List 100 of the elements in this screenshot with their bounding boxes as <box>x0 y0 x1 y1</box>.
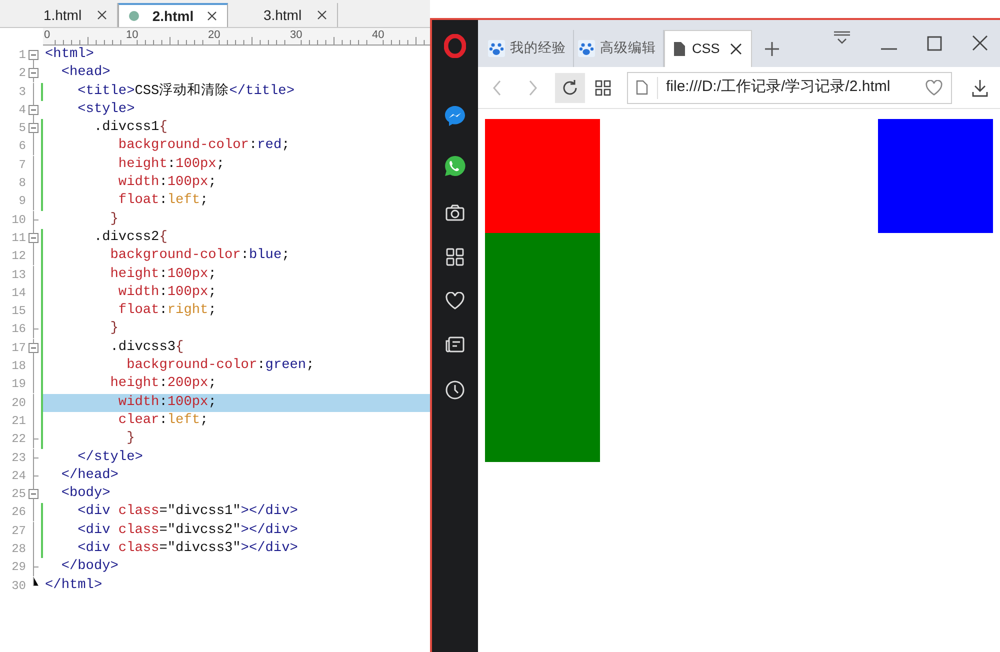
line-number: 26 <box>10 504 26 522</box>
line-number: 17 <box>10 340 26 357</box>
line-number: 21 <box>10 412 26 430</box>
line-number: 13 <box>10 266 26 284</box>
ruler-label: 10 <box>126 28 138 42</box>
browser-tab[interactable]: CSS <box>664 30 752 67</box>
maximize-icon[interactable] <box>927 36 942 51</box>
tab-menu-icon[interactable] <box>833 31 851 45</box>
line-number: 8 <box>18 175 26 192</box>
code-line: background-color:blue; <box>109 247 291 266</box>
line-number: 16 <box>10 321 26 338</box>
whatsapp-icon[interactable] <box>443 154 467 178</box>
document-icon <box>673 41 686 57</box>
line-number: 7 <box>18 156 26 174</box>
ruler-label: 20 <box>208 28 220 42</box>
line-number: 3 <box>18 84 26 101</box>
code-line: width:100px; <box>117 284 218 302</box>
code-line: <div class="divcss3"></div> <box>76 540 299 558</box>
line-number: 10 <box>10 212 26 229</box>
line-number: 22 <box>10 431 26 448</box>
fold-minus-icon[interactable] <box>27 338 39 358</box>
opera-logo-icon[interactable] <box>444 34 466 58</box>
line-number: 6 <box>18 138 26 156</box>
tab-label: 我的经验 <box>510 39 566 58</box>
line-number: 12 <box>10 248 26 266</box>
close-icon[interactable] <box>97 10 107 20</box>
paw-icon <box>578 40 595 57</box>
fold-minus-icon[interactable] <box>27 100 39 120</box>
fold-minus-icon[interactable] <box>27 119 39 138</box>
line-number: 28 <box>10 541 26 558</box>
code-line: height:100px; <box>109 266 218 284</box>
code-line: background-color:red; <box>117 137 291 156</box>
code-line: background-color:green; <box>126 357 316 376</box>
grid-icon[interactable] <box>446 248 464 266</box>
tab-label: 高级编辑 <box>600 39 656 58</box>
tab-label: CSS <box>692 40 720 58</box>
close-icon[interactable] <box>972 35 988 51</box>
tab-label: 3.html <box>262 6 303 24</box>
fold-minus-icon[interactable] <box>27 228 39 248</box>
line-number: 14 <box>10 284 26 302</box>
file-tab[interactable]: 3.html <box>228 3 338 27</box>
close-icon[interactable] <box>730 43 742 55</box>
code-line: } <box>126 430 136 448</box>
line-number: 30 <box>10 578 26 595</box>
line-number: 25 <box>10 486 26 504</box>
code-line: width:100px; <box>117 174 218 192</box>
messenger-icon[interactable] <box>443 104 467 128</box>
ruler-label: 40 <box>372 28 384 42</box>
code-line: </style> <box>76 448 144 467</box>
address-text: file:///D:/工作记录/学习记录/2.html <box>666 77 890 98</box>
code-line: height:200px; <box>109 375 218 394</box>
ruler-label: 30 <box>290 28 302 42</box>
line-number: 27 <box>10 522 26 540</box>
code-line: } <box>109 320 120 338</box>
code-line: </html> <box>44 576 104 595</box>
line-number: 9 <box>18 193 26 210</box>
new-tab-icon[interactable] <box>764 41 780 57</box>
code-line: <title>CSS浮动和清除</title> <box>76 82 296 101</box>
line-number: 4 <box>18 102 26 119</box>
address-field[interactable]: file:///D:/工作记录/学习记录/2.html <box>627 72 952 104</box>
close-icon[interactable] <box>207 11 217 21</box>
tab-label: 2.html <box>151 6 195 26</box>
code-line: float:left; <box>117 192 210 210</box>
line-number: 2 <box>18 65 26 82</box>
line-number: 24 <box>10 468 26 485</box>
code-line: .divcss2{ <box>92 228 168 247</box>
code-line: .divcss3{ <box>109 338 185 357</box>
code-line: <body> <box>60 485 112 504</box>
code-line: height:100px; <box>117 156 226 174</box>
code-line: <div class="divcss1"></div> <box>76 503 299 522</box>
paw-icon <box>488 40 505 57</box>
code-line: <html> <box>44 46 95 64</box>
fold-minus-icon[interactable] <box>27 485 39 504</box>
code-line: } <box>109 210 120 229</box>
tiles-icon[interactable] <box>595 80 611 96</box>
line-number: 18 <box>10 358 26 376</box>
line-number: 20 <box>10 394 26 412</box>
page-icon <box>636 80 648 95</box>
code-line: <head> <box>60 64 112 82</box>
download-icon[interactable] <box>972 78 988 96</box>
code-line: clear:left; <box>117 412 210 430</box>
clock-icon[interactable] <box>445 380 465 400</box>
line-number: 19 <box>10 376 26 394</box>
ruler-label: 0 <box>44 28 50 42</box>
code-line: float:right; <box>117 302 218 320</box>
code-line: <div class="divcss2"></div> <box>76 522 299 540</box>
news-icon[interactable] <box>445 336 465 354</box>
minimize-icon[interactable] <box>881 47 897 51</box>
tab-label: 1.html <box>42 6 83 24</box>
camera-icon[interactable] <box>445 204 465 222</box>
code-line: .divcss1{ <box>92 119 168 138</box>
line-number: 29 <box>10 559 26 576</box>
file-tab[interactable]: 2.html <box>118 3 228 27</box>
line-number: 5 <box>18 120 26 138</box>
reload-button[interactable] <box>555 72 585 102</box>
line-number: 15 <box>10 303 26 320</box>
fold-minus-icon[interactable] <box>27 64 39 83</box>
line-number: 1 <box>18 47 26 64</box>
close-icon[interactable] <box>317 10 327 20</box>
code-line: </head> <box>60 466 120 485</box>
